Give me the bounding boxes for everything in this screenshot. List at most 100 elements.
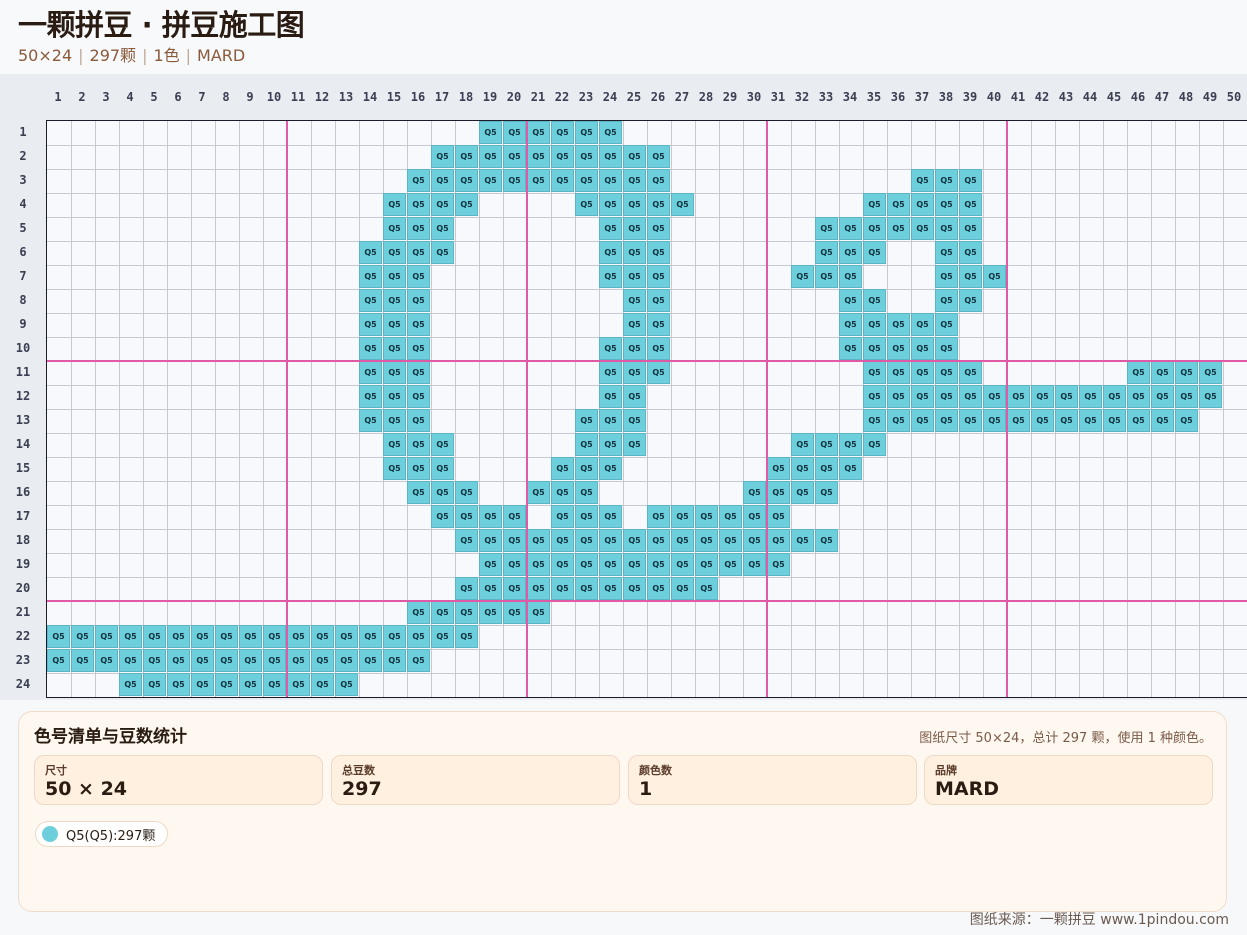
bead-cell[interactable]: Q5 bbox=[647, 289, 670, 312]
bead-cell[interactable]: Q5 bbox=[959, 217, 982, 240]
bead-cell[interactable]: Q5 bbox=[863, 289, 886, 312]
bead-cell[interactable]: Q5 bbox=[647, 553, 670, 576]
bead-cell[interactable]: Q5 bbox=[551, 553, 574, 576]
bead-cell[interactable]: Q5 bbox=[191, 673, 214, 696]
bead-cell[interactable]: Q5 bbox=[1007, 385, 1030, 408]
bead-cell[interactable]: Q5 bbox=[503, 169, 526, 192]
bead-cell[interactable]: Q5 bbox=[599, 385, 622, 408]
bead-cell[interactable]: Q5 bbox=[647, 529, 670, 552]
bead-cell[interactable]: Q5 bbox=[527, 145, 550, 168]
bead-cell[interactable]: Q5 bbox=[647, 265, 670, 288]
bead-cell[interactable]: Q5 bbox=[455, 169, 478, 192]
bead-cell[interactable]: Q5 bbox=[695, 529, 718, 552]
bead-cell[interactable]: Q5 bbox=[647, 145, 670, 168]
bead-cell[interactable]: Q5 bbox=[767, 505, 790, 528]
bead-cell[interactable]: Q5 bbox=[383, 433, 406, 456]
bead-cell[interactable]: Q5 bbox=[623, 169, 646, 192]
bead-cell[interactable]: Q5 bbox=[623, 193, 646, 216]
bead-cell[interactable]: Q5 bbox=[551, 529, 574, 552]
bead-cell[interactable]: Q5 bbox=[287, 673, 310, 696]
bead-cell[interactable]: Q5 bbox=[575, 433, 598, 456]
bead-cell[interactable]: Q5 bbox=[671, 553, 694, 576]
bead-cell[interactable]: Q5 bbox=[959, 385, 982, 408]
bead-cell[interactable]: Q5 bbox=[407, 289, 430, 312]
bead-cell[interactable]: Q5 bbox=[599, 217, 622, 240]
bead-cell[interactable]: Q5 bbox=[839, 433, 862, 456]
bead-cell[interactable]: Q5 bbox=[407, 433, 430, 456]
bead-cell[interactable]: Q5 bbox=[431, 625, 454, 648]
bead-cell[interactable]: Q5 bbox=[887, 361, 910, 384]
bead-cell[interactable]: Q5 bbox=[695, 553, 718, 576]
bead-cell[interactable]: Q5 bbox=[983, 265, 1006, 288]
bead-cell[interactable]: Q5 bbox=[623, 577, 646, 600]
bead-cell[interactable]: Q5 bbox=[599, 553, 622, 576]
bead-cell[interactable]: Q5 bbox=[407, 337, 430, 360]
bead-cell[interactable]: Q5 bbox=[167, 649, 190, 672]
bead-cell[interactable]: Q5 bbox=[239, 649, 262, 672]
bead-cell[interactable]: Q5 bbox=[479, 553, 502, 576]
bead-cell[interactable]: Q5 bbox=[623, 553, 646, 576]
bead-cell[interactable]: Q5 bbox=[455, 505, 478, 528]
bead-cell[interactable]: Q5 bbox=[959, 169, 982, 192]
bead-cell[interactable]: Q5 bbox=[599, 265, 622, 288]
bead-cell[interactable]: Q5 bbox=[839, 217, 862, 240]
bead-cell[interactable]: Q5 bbox=[503, 121, 526, 144]
bead-cell[interactable]: Q5 bbox=[359, 409, 382, 432]
bead-cell[interactable]: Q5 bbox=[815, 265, 838, 288]
bead-cell[interactable]: Q5 bbox=[479, 577, 502, 600]
bead-cell[interactable]: Q5 bbox=[623, 313, 646, 336]
bead-cell[interactable]: Q5 bbox=[191, 649, 214, 672]
bead-cell[interactable]: Q5 bbox=[623, 337, 646, 360]
bead-cell[interactable]: Q5 bbox=[623, 361, 646, 384]
bead-cell[interactable]: Q5 bbox=[479, 601, 502, 624]
bead-cell[interactable]: Q5 bbox=[863, 385, 886, 408]
bead-cell[interactable]: Q5 bbox=[599, 145, 622, 168]
bead-cell[interactable]: Q5 bbox=[599, 193, 622, 216]
bead-cell[interactable]: Q5 bbox=[911, 409, 934, 432]
bead-cell[interactable]: Q5 bbox=[863, 217, 886, 240]
bead-cell[interactable]: Q5 bbox=[383, 193, 406, 216]
bead-cell[interactable]: Q5 bbox=[455, 625, 478, 648]
bead-cell[interactable]: Q5 bbox=[359, 649, 382, 672]
bead-cell[interactable]: Q5 bbox=[863, 337, 886, 360]
bead-cell[interactable]: Q5 bbox=[407, 385, 430, 408]
bead-cell[interactable]: Q5 bbox=[623, 145, 646, 168]
bead-cell[interactable]: Q5 bbox=[815, 217, 838, 240]
bead-cell[interactable]: Q5 bbox=[623, 433, 646, 456]
bead-cell[interactable]: Q5 bbox=[215, 673, 238, 696]
bead-cell[interactable]: Q5 bbox=[911, 193, 934, 216]
bead-cell[interactable]: Q5 bbox=[455, 145, 478, 168]
bead-cell[interactable]: Q5 bbox=[503, 145, 526, 168]
bead-cell[interactable]: Q5 bbox=[455, 481, 478, 504]
bead-cell[interactable]: Q5 bbox=[623, 529, 646, 552]
bead-cell[interactable]: Q5 bbox=[407, 649, 430, 672]
bead-cell[interactable]: Q5 bbox=[383, 385, 406, 408]
bead-cell[interactable]: Q5 bbox=[887, 385, 910, 408]
bead-cell[interactable]: Q5 bbox=[263, 649, 286, 672]
bead-cell[interactable]: Q5 bbox=[911, 169, 934, 192]
bead-cell[interactable]: Q5 bbox=[335, 625, 358, 648]
bead-cell[interactable]: Q5 bbox=[455, 577, 478, 600]
bead-cell[interactable]: Q5 bbox=[527, 121, 550, 144]
bead-cell[interactable]: Q5 bbox=[719, 553, 742, 576]
color-list-item[interactable]: Q5(Q5):297颗 bbox=[35, 821, 169, 847]
bead-cell[interactable]: Q5 bbox=[839, 457, 862, 480]
bead-cell[interactable]: Q5 bbox=[935, 169, 958, 192]
bead-cell[interactable]: Q5 bbox=[1031, 409, 1054, 432]
bead-cell[interactable]: Q5 bbox=[839, 241, 862, 264]
bead-cell[interactable]: Q5 bbox=[1079, 409, 1102, 432]
bead-cell[interactable]: Q5 bbox=[623, 241, 646, 264]
bead-cell[interactable]: Q5 bbox=[527, 481, 550, 504]
bead-cell[interactable]: Q5 bbox=[1055, 385, 1078, 408]
bead-cell[interactable]: Q5 bbox=[407, 625, 430, 648]
bead-cell[interactable]: Q5 bbox=[935, 241, 958, 264]
bead-cell[interactable]: Q5 bbox=[479, 505, 502, 528]
bead-cell[interactable]: Q5 bbox=[383, 649, 406, 672]
bead-cell[interactable]: Q5 bbox=[431, 241, 454, 264]
bead-cell[interactable]: Q5 bbox=[551, 169, 574, 192]
bead-cell[interactable]: Q5 bbox=[287, 649, 310, 672]
bead-cell[interactable]: Q5 bbox=[767, 529, 790, 552]
bead-cell[interactable]: Q5 bbox=[407, 193, 430, 216]
bead-cell[interactable]: Q5 bbox=[1199, 361, 1222, 384]
bead-cell[interactable]: Q5 bbox=[431, 217, 454, 240]
